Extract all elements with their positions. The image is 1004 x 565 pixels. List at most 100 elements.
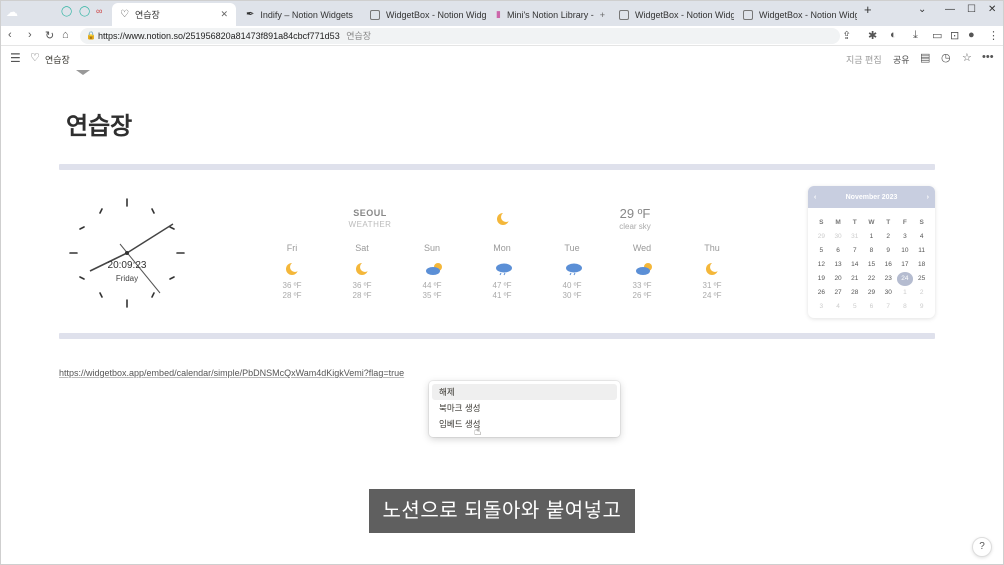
- sidebar-icon[interactable]: ◐: [890, 29, 897, 41]
- calendar-day[interactable]: 9: [913, 300, 930, 314]
- home-icon[interactable]: ⌂: [62, 29, 69, 41]
- calendar-day[interactable]: 26: [813, 286, 830, 300]
- forecast-low: 30 ºF: [562, 291, 582, 300]
- calendar-day[interactable]: 1: [897, 286, 914, 300]
- tab-label: WidgetBox - Notion Widgets: [635, 9, 734, 20]
- close-icon[interactable]: ✕: [220, 9, 228, 20]
- forecast-high: 36 ºF: [282, 281, 302, 290]
- calendar-day[interactable]: 7: [880, 300, 897, 314]
- calendar-day[interactable]: 11: [913, 244, 930, 258]
- page-title[interactable]: 연습장: [66, 106, 132, 141]
- calendar-day[interactable]: 2: [913, 286, 930, 300]
- screen-icon[interactable]: ▭: [932, 29, 942, 42]
- weather-subtitle: WEATHER: [348, 220, 392, 229]
- calendar-day[interactable]: 6: [830, 244, 847, 258]
- calendar-day[interactable]: 13: [830, 258, 847, 272]
- share-page-icon[interactable]: ⇪: [842, 29, 851, 42]
- calendar-day[interactable]: 29: [813, 230, 830, 244]
- widgetbox-icon: [370, 9, 380, 20]
- tab-widgetbox-3[interactable]: WidgetBox - Notion Widgets: [735, 3, 857, 26]
- calendar-day[interactable]: 22: [863, 272, 880, 286]
- calendar-day[interactable]: 6: [863, 300, 880, 314]
- prev-month-icon[interactable]: ‹: [814, 194, 816, 201]
- forecast-high: 40 ºF: [562, 281, 582, 290]
- pasted-embed-link[interactable]: https://widgetbox.app/embed/calendar/sim…: [59, 368, 404, 378]
- extension-circle-icon[interactable]: ◯: [79, 6, 90, 17]
- calendar-day[interactable]: 25: [913, 272, 930, 286]
- calendar-day[interactable]: 30: [880, 286, 897, 300]
- extensions-icon[interactable]: ✱: [868, 29, 877, 42]
- window-close-icon[interactable]: ✕: [988, 4, 996, 15]
- more-icon[interactable]: •••: [982, 51, 994, 63]
- calendar-day[interactable]: 19: [813, 272, 830, 286]
- maximize-icon[interactable]: ☐: [967, 4, 976, 15]
- extension-circle-icon[interactable]: ◯: [61, 6, 72, 17]
- calendar-day[interactable]: 15: [863, 258, 880, 272]
- calendar-day[interactable]: 14: [846, 258, 863, 272]
- extension-logo-icon[interactable]: ∞: [96, 6, 102, 16]
- forecast-low: 41 ºF: [492, 291, 512, 300]
- account-icon[interactable]: ●: [968, 29, 975, 41]
- calendar-day[interactable]: 3: [813, 300, 830, 314]
- cover-toggle-icon[interactable]: [76, 70, 90, 75]
- reload-icon[interactable]: ↻: [45, 29, 54, 42]
- hamburger-menu-icon[interactable]: ☰: [10, 51, 21, 65]
- calendar-day[interactable]: 17: [897, 258, 914, 272]
- minimize-icon[interactable]: —: [945, 4, 955, 15]
- browser-menu-icon[interactable]: ⋮: [988, 29, 999, 42]
- url-field[interactable]: 🔒 https://www.notion.so/251956820a81473f…: [80, 28, 840, 44]
- forecast-low: 24 ºF: [702, 291, 722, 300]
- calendar-day[interactable]: 2: [880, 230, 897, 244]
- calendar-day[interactable]: 16: [880, 258, 897, 272]
- moon-icon: [337, 255, 387, 281]
- calendar-day[interactable]: 24: [896, 272, 914, 286]
- calendar-day[interactable]: 7: [846, 244, 863, 258]
- calendar-day[interactable]: 8: [897, 300, 914, 314]
- close-icon[interactable]: +: [600, 10, 605, 20]
- calendar-day[interactable]: 9: [880, 244, 897, 258]
- calendar-day[interactable]: 21: [846, 272, 863, 286]
- profile-icon[interactable]: ☁: [6, 5, 18, 19]
- calendar-day[interactable]: 5: [813, 244, 830, 258]
- calendar-day[interactable]: 20: [830, 272, 847, 286]
- back-icon[interactable]: ‹: [8, 29, 12, 41]
- calendar-day[interactable]: 12: [813, 258, 830, 272]
- forecast-day-name: Thu: [704, 243, 720, 253]
- capture-icon[interactable]: ⊡: [950, 29, 959, 42]
- calendar-day[interactable]: 10: [897, 244, 914, 258]
- menu-item-create-embed[interactable]: 임베드 생성: [432, 416, 617, 432]
- tab-widgetbox-1[interactable]: WidgetBox - Notion Widgets: [362, 3, 486, 26]
- next-month-icon[interactable]: ›: [927, 194, 929, 201]
- calendar-day[interactable]: 23: [880, 272, 897, 286]
- new-tab-icon[interactable]: +: [864, 2, 872, 17]
- calendar-grid: S M T W T F S 29 30 31 1 2 3 4 5 6 7 8 9 10 11 12 13 14 15 16 17 18…: [813, 216, 930, 314]
- calendar-day[interactable]: 5: [846, 300, 863, 314]
- calendar-day[interactable]: 4: [913, 230, 930, 244]
- tab-minis-library[interactable]: ▮ Mini's Notion Library - +: [488, 3, 610, 26]
- calendar-day[interactable]: 27: [830, 286, 847, 300]
- calendar-day[interactable]: 28: [846, 286, 863, 300]
- calendar-day[interactable]: 3: [897, 230, 914, 244]
- help-button[interactable]: ?: [972, 537, 992, 557]
- tab-practice[interactable]: ♡ 연습장 ✕: [112, 3, 236, 26]
- calendar-day[interactable]: 29: [863, 286, 880, 300]
- calendar-day[interactable]: 4: [830, 300, 847, 314]
- tab-widgetbox-2[interactable]: WidgetBox - Notion Widgets: [611, 3, 734, 26]
- calendar-day[interactable]: 1: [863, 230, 880, 244]
- calendar-day[interactable]: 31: [846, 230, 863, 244]
- tab-indify[interactable]: ✒ Indify – Notion Widgets: [238, 3, 361, 26]
- menu-item-create-bookmark[interactable]: 북마크 생성: [432, 400, 617, 416]
- forward-icon[interactable]: ›: [28, 29, 32, 41]
- share-button[interactable]: 공유: [893, 53, 910, 66]
- calendar-day[interactable]: 30: [830, 230, 847, 244]
- menu-item-dismiss[interactable]: 해제: [432, 384, 617, 400]
- tab-search-icon[interactable]: ⌄: [918, 4, 926, 15]
- history-icon[interactable]: ◷: [941, 51, 951, 64]
- calendar-day[interactable]: 8: [863, 244, 880, 258]
- download-icon[interactable]: ⤓: [913, 29, 918, 42]
- widget-band-top: [59, 164, 935, 170]
- breadcrumb[interactable]: 연습장: [45, 53, 70, 66]
- star-icon[interactable]: ☆: [962, 51, 972, 64]
- calendar-day[interactable]: 18: [913, 258, 930, 272]
- comment-icon[interactable]: ▤: [920, 51, 930, 64]
